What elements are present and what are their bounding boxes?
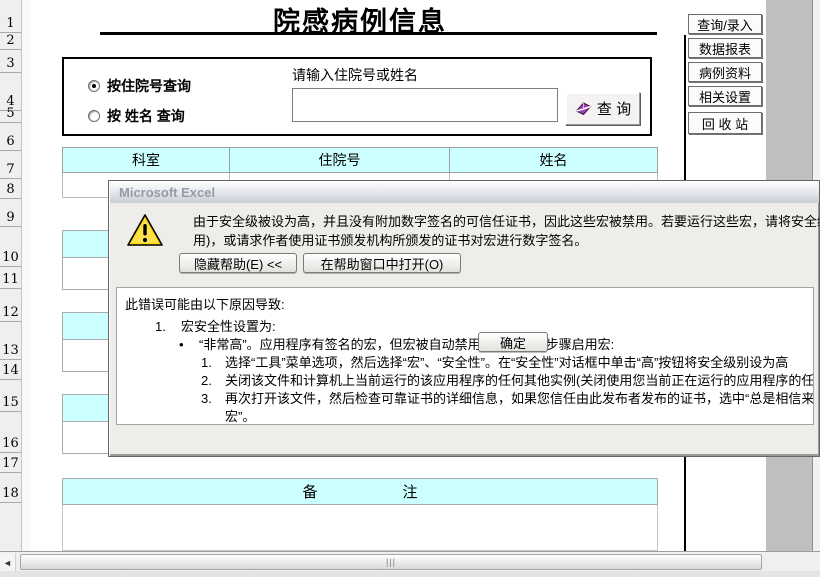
radio-by-admission-number-label: 按住院号查询: [107, 76, 191, 96]
title-underline: [100, 32, 657, 35]
column-header-admission-number: 住院号: [230, 147, 450, 173]
dialog-titlebar[interactable]: Microsoft Excel: [110, 182, 819, 203]
help-step-text: 选择“工具”菜单选项，然后选择“宏”、“安全性”。在“安全性”对话框中单击“高”…: [225, 354, 788, 371]
table-header-row: 科室 住院号 姓名: [62, 147, 658, 173]
radio-row-by-name[interactable]: 按 姓名 查询: [88, 106, 185, 126]
search-panel: 按住院号查询 按 姓名 查询 请输入住院号或姓名 查 询: [62, 57, 652, 136]
radio-by-admission-number[interactable]: [88, 80, 100, 92]
row-header-12[interactable]: 12: [0, 289, 21, 322]
help-step-number: 1.: [201, 354, 212, 371]
dialog-message-line1: 由于安全级被设为高，并且没有附加数字签名的可信任证书，因此这些宏被禁用。若要运行…: [193, 212, 819, 231]
help-item-number: 1.: [155, 318, 166, 335]
row-header-gutter: 1 2 3 4 5 6 7 8 9 10 11 12 13 14 15 16 1…: [0, 0, 30, 551]
row-header-3[interactable]: 3: [0, 50, 21, 73]
row-header-6[interactable]: 6: [0, 123, 21, 151]
open-in-help-window-button[interactable]: 在帮助窗口中打开(O): [303, 253, 461, 273]
help-step-text-wrap: 宏”。: [225, 408, 255, 425]
row-header-10[interactable]: 10: [0, 227, 21, 267]
help-intro: 此错误可能由以下原因导致:: [125, 296, 285, 313]
row-header-8[interactable]: 8: [0, 179, 21, 199]
row-header-13[interactable]: 13: [0, 322, 21, 360]
warning-icon: [126, 213, 164, 248]
row-header-16[interactable]: 16: [0, 412, 21, 453]
remark-header: 备 注: [62, 478, 658, 505]
nav-button-data-report[interactable]: 数据报表: [688, 38, 762, 58]
help-panel: 此错误可能由以下原因导致: 1. 宏安全性设置为: • “非常高”。应用程序有签…: [116, 287, 814, 425]
row-header-17[interactable]: 17: [0, 453, 21, 473]
search-input[interactable]: [292, 88, 558, 122]
query-button-label: 查 询: [597, 98, 631, 119]
dialog-message-line2: 用)，或请求作者使用证书颁发机构所颁发的证书对宏进行数字签名。: [193, 231, 819, 250]
row-header-9[interactable]: 9: [0, 199, 21, 227]
column-header-department: 科室: [62, 147, 230, 173]
search-input-label: 请输入住院号或姓名: [292, 65, 418, 85]
book-icon: [574, 100, 593, 117]
scroll-left-arrow-icon[interactable]: ◄: [0, 553, 16, 572]
row-header-15[interactable]: 15: [0, 380, 21, 412]
bottom-strip: [0, 571, 820, 577]
nav-button-recycle-bin[interactable]: 回 收 站: [688, 112, 762, 134]
ok-button[interactable]: 确定: [478, 332, 548, 352]
help-bullet-text: “非常高”。应用程序有签名的宏，但宏被自动禁用。使用以下步骤启用宏:: [199, 336, 614, 353]
remark-char-left: 备: [302, 481, 317, 502]
remark-char-right: 注: [403, 481, 418, 502]
nav-button-case-material[interactable]: 病例资料: [688, 62, 762, 82]
gutter-strip: [22, 0, 30, 551]
radio-by-name[interactable]: [88, 110, 100, 122]
help-step-text: 关闭该文件和计算机上当前运行的该应用程序的任何其他实例(关闭使用您当前正在运行的…: [225, 372, 814, 389]
help-item-text: 宏安全性设置为:: [181, 318, 276, 335]
row-header-1[interactable]: 1: [0, 8, 21, 33]
radio-row-by-id[interactable]: 按住院号查询: [88, 76, 191, 96]
horizontal-scrollbar[interactable]: ◄ |||: [0, 551, 820, 571]
help-step-number: 3.: [201, 390, 212, 407]
help-bullet-char: •: [179, 336, 184, 353]
dialog-message: 由于安全级被设为高，并且没有附加数字签名的可信任证书，因此这些宏被禁用。若要运行…: [193, 212, 819, 250]
row-header-2[interactable]: 2: [0, 33, 21, 50]
excel-sheet-viewport: 1 2 3 4 5 6 7 8 9 10 11 12 13 14 15 16 1…: [0, 0, 820, 577]
help-step-text: 再次打开该文件，然后检查可靠证书的详细信息，如果您信任由此发布者发布的证书，选中…: [225, 390, 814, 407]
gutter-divider: [21, 0, 22, 551]
column-header-name: 姓名: [450, 147, 658, 173]
row-header-14[interactable]: 14: [0, 360, 21, 380]
horizontal-scrollbar-thumb[interactable]: |||: [20, 554, 762, 570]
row-header-7[interactable]: 7: [0, 151, 21, 179]
hide-help-button[interactable]: 隐藏帮助(E) <<: [179, 253, 297, 273]
remark-body-cell[interactable]: [62, 505, 658, 551]
macro-security-dialog: Microsoft Excel 由于安全级被设为高，并且没有附加数字签名的可信任…: [108, 180, 820, 457]
row-header-5[interactable]: 5: [0, 111, 21, 123]
radio-by-name-label: 按 姓名 查询: [107, 106, 185, 126]
nav-button-settings[interactable]: 相关设置: [688, 86, 762, 106]
query-button[interactable]: 查 询: [565, 92, 640, 125]
nav-button-query-entry[interactable]: 查询/录入: [688, 14, 762, 34]
row-header-11[interactable]: 11: [0, 267, 21, 289]
row-header-18[interactable]: 18: [0, 473, 21, 503]
dialog-title: Microsoft Excel: [119, 185, 215, 200]
help-step-number: 2.: [201, 372, 212, 389]
